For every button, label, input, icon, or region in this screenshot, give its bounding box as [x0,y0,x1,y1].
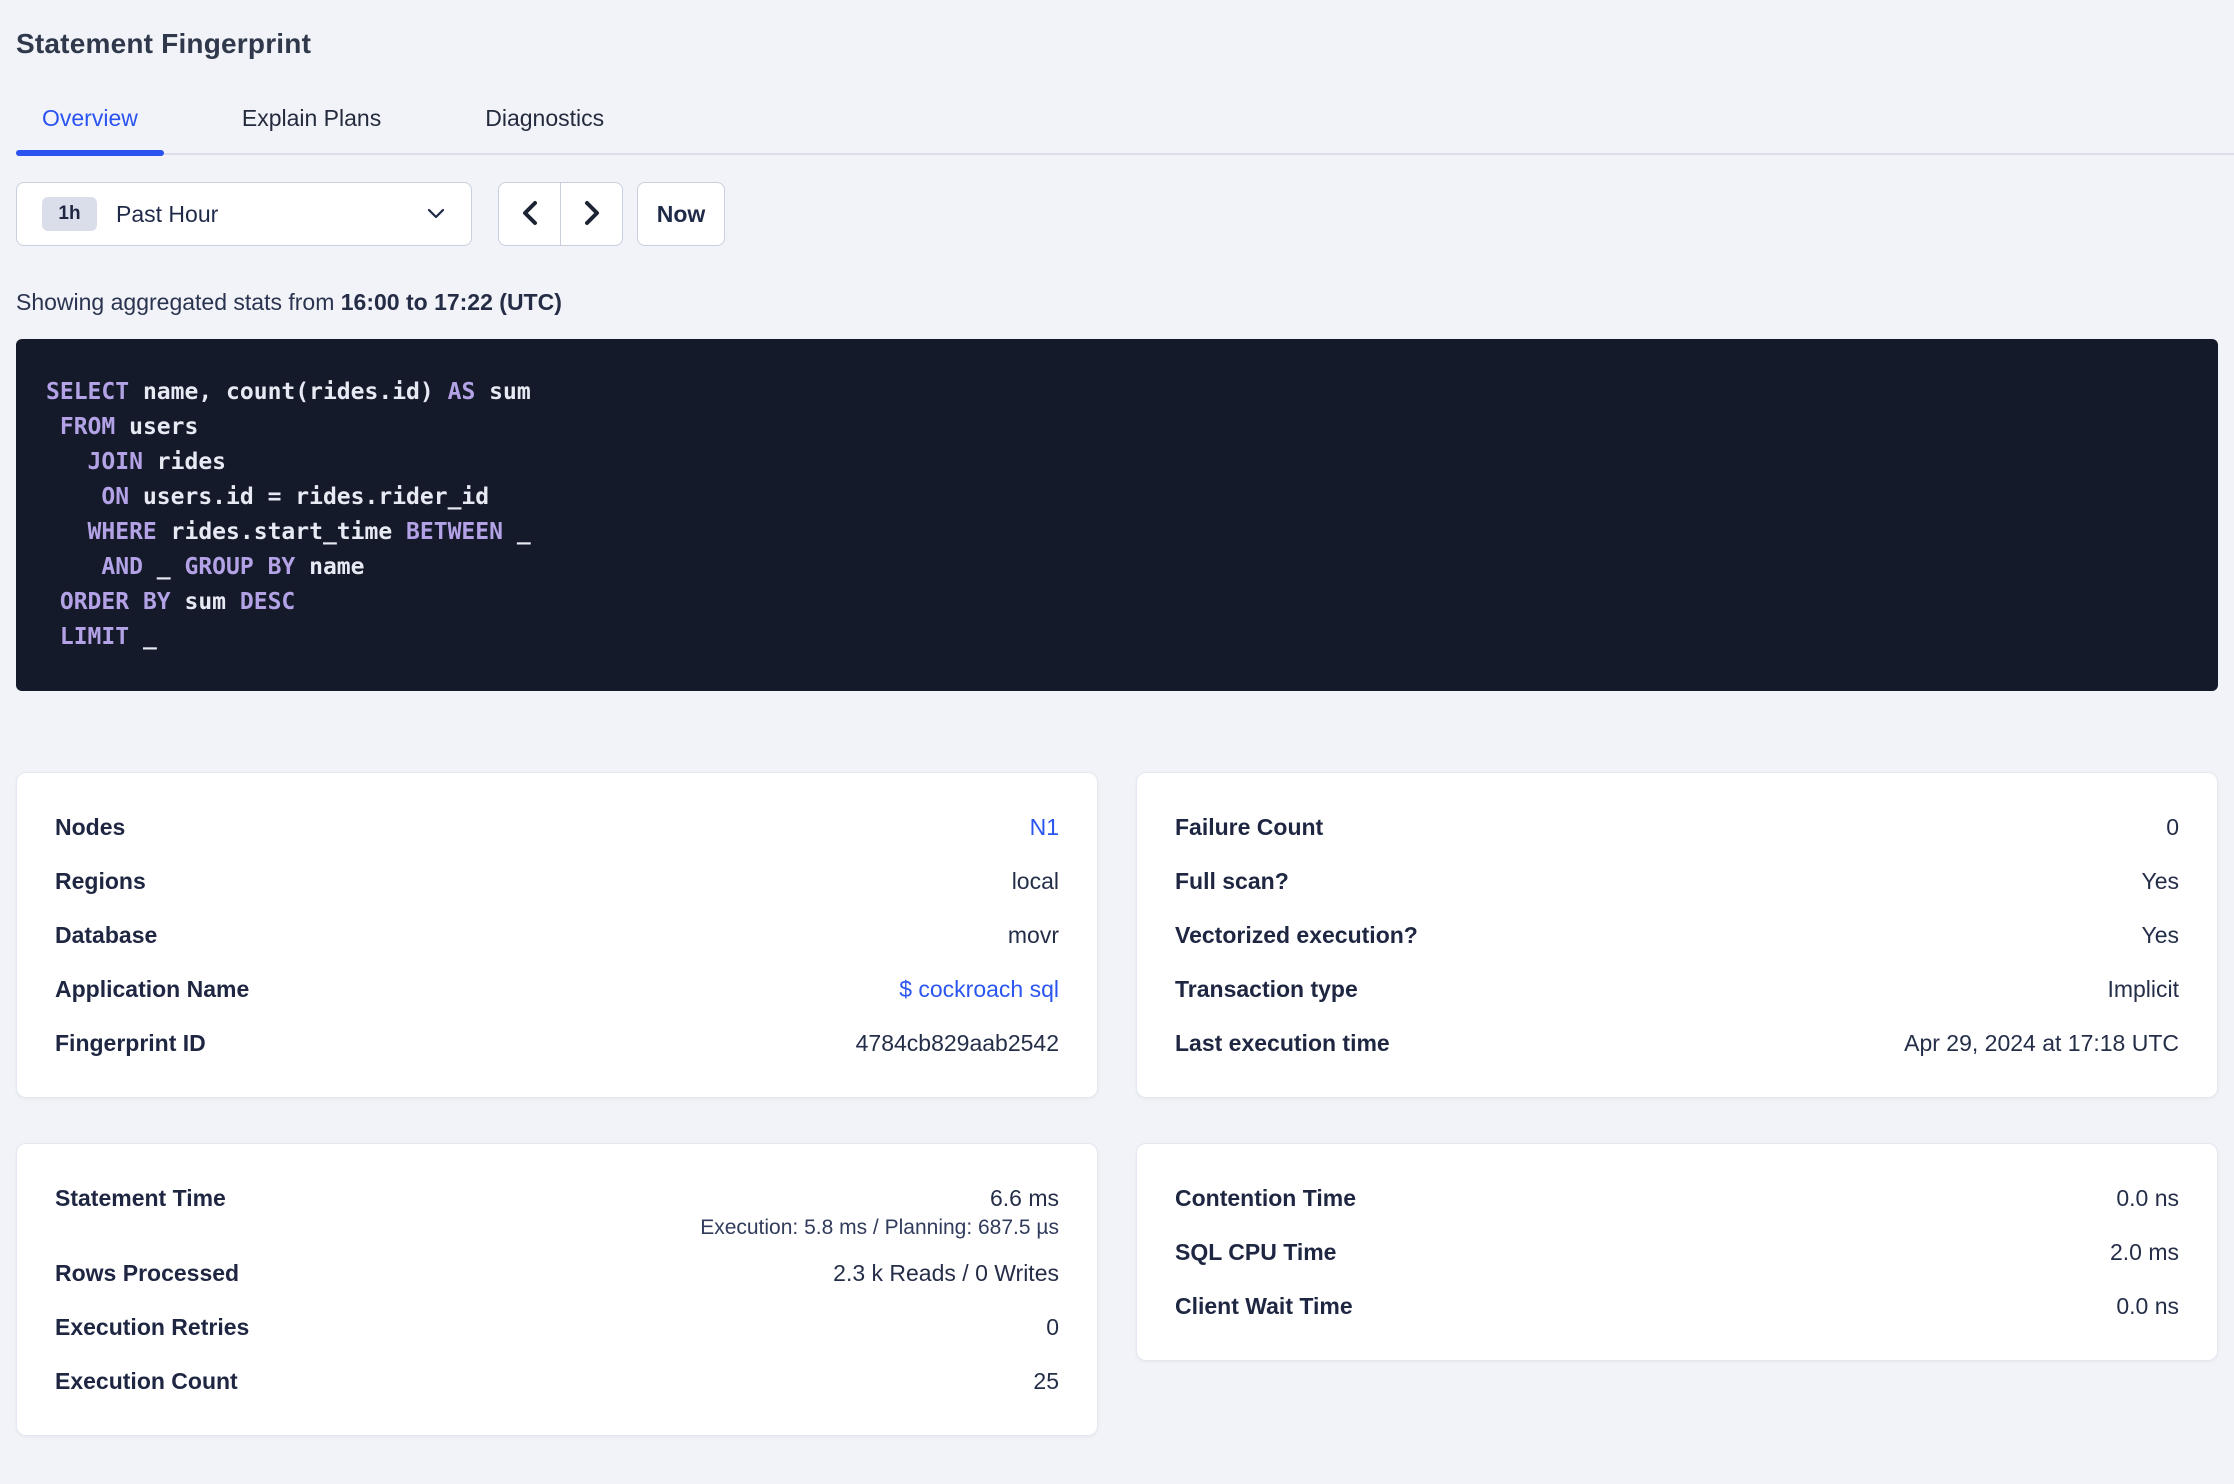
statement-timing-card: Statement Time 6.6 ms Execution: 5.8 ms / … [16,1143,1098,1436]
sql-line: LIMIT _ [59,624,157,650]
row-value: local [1011,867,1059,894]
sql-line: WHERE rides.start_time BETWEEN _ [87,519,531,545]
summary-cards: Nodes N1 Regions local Database movr Applicati… [16,772,2218,1436]
row-value: Yes [2141,921,2179,948]
card-row: Nodes N1 [55,800,1059,854]
nodes-link[interactable]: N1 [1030,814,1059,840]
row-value: Implicit [2107,975,2179,1002]
tab-bar: Overview Explain Plans Diagnostics [16,105,2234,156]
page-title: Statement Fingerprint [16,28,312,59]
row-value: Yes [2141,867,2179,894]
stats-summary-range: 16:00 to 17:22 (UTC) [340,289,562,315]
sql-statement-box: SELECT name, count(rides.id) AS sum FROM… [16,339,2218,691]
row-value: 2.0 ms [2109,1238,2179,1265]
time-pager [498,182,623,246]
card-row: Fingerprint ID 4784cb829aab2542 [55,1016,1059,1070]
row-label: Fingerprint ID [55,1029,206,1056]
row-label: Statement Time [55,1184,226,1211]
row-label: Regions [55,867,146,894]
execution-details-card: Failure Count 0 Full scan? Yes Vectorized ex… [1136,772,2218,1098]
time-range-label: Past Hour [116,200,219,227]
tab-overview[interactable]: Overview [16,105,164,156]
row-label: Full scan? [1175,867,1289,894]
card-row: Database movr [55,908,1059,962]
card-row: Regions local [55,854,1059,908]
row-label: Nodes [55,813,126,840]
row-value: 4784cb829aab2542 [855,1029,1059,1056]
row-label: Last execution time [1175,1029,1390,1056]
row-label: Failure Count [1175,813,1324,840]
row-value: 0 [2166,813,2179,840]
row-value: N1 [1030,814,1059,841]
card-row: Contention Time 0.0 ns [1175,1171,2179,1225]
card-row: Client Wait Time 0.0 ns [1175,1279,2179,1333]
row-label: Application Name [55,975,250,1002]
time-range-badge: 1h [42,197,97,231]
row-value: 2.3 k Reads / 0 Writes [833,1259,1059,1286]
stats-summary-prefix: Showing aggregated stats from [16,289,341,315]
row-label: Transaction type [1175,975,1358,1002]
row-label: Vectorized execution? [1175,921,1418,948]
card-row: Vectorized execution? Yes [1175,908,2179,962]
row-label: Execution Retries [55,1313,250,1340]
row-value: 25 [1033,1367,1059,1394]
card-row: Execution Count 25 [55,1354,1059,1408]
card-row: SQL CPU Time 2.0 ms [1175,1225,2179,1279]
stats-summary: Showing aggregated stats from 16:00 to 1… [16,289,2218,315]
card-row: Transaction type Implicit [1175,962,2179,1016]
tab-diagnostics[interactable]: Diagnostics [459,105,630,153]
chevron-left-icon [520,199,540,230]
card-row: Application Name $ cockroach sql [55,962,1059,1016]
row-value: movr [1007,921,1059,948]
sql-line: ORDER BY sum DESC [59,589,296,615]
time-toolbar: 1h Past Hour Now [16,182,2218,246]
tab-explain-plans[interactable]: Explain Plans [216,105,407,153]
sql-line: AND _ GROUP BY name [101,554,365,580]
chevron-right-icon [582,199,602,230]
sql-line: JOIN rides [87,449,227,475]
now-button[interactable]: Now [637,182,725,246]
row-value: Apr 29, 2024 at 17:18 UTC [1904,1029,2179,1056]
row-label: Database [55,921,158,948]
card-row: Failure Count 0 [1175,800,2179,854]
time-range-dropdown[interactable]: 1h Past Hour [16,182,472,246]
row-label: Contention Time [1175,1184,1357,1211]
row-subvalue: Execution: 5.8 ms / Planning: 687.5 µs [700,1216,1059,1239]
row-value: 0.0 ns [2116,1184,2179,1211]
row-label: Rows Processed [55,1259,240,1286]
card-row: Execution Retries 0 [55,1300,1059,1354]
row-value: 6.6 ms [989,1184,1059,1211]
wait-timing-card: Contention Time 0.0 ns SQL CPU Time 2.0 ms C… [1136,1143,2218,1361]
card-row: Last execution time Apr 29, 2024 at 17:18… [1175,1016,2179,1070]
card-row: Rows Processed 2.3 k Reads / 0 Writes [55,1246,1059,1300]
row-label: SQL CPU Time [1175,1238,1337,1265]
next-time-button[interactable] [561,183,622,245]
card-row: Full scan? Yes [1175,854,2179,908]
row-label: Client Wait Time [1175,1292,1353,1319]
row-value: $ cockroach sql [899,976,1059,1003]
sql-line: ON users.id = rides.rider_id [101,484,490,510]
row-label: Execution Count [55,1367,238,1394]
sql-line: SELECT name, count(rides.id) AS sum [46,379,531,405]
chevron-down-icon [427,208,445,220]
prev-time-button[interactable] [499,183,561,245]
statement-details-card: Nodes N1 Regions local Database movr Applicati… [16,772,1098,1098]
app-name-link[interactable]: $ cockroach sql [899,976,1059,1002]
row-value: 0 [1046,1313,1059,1340]
row-value: 0.0 ns [2116,1292,2179,1319]
sql-line: FROM users [59,414,199,440]
